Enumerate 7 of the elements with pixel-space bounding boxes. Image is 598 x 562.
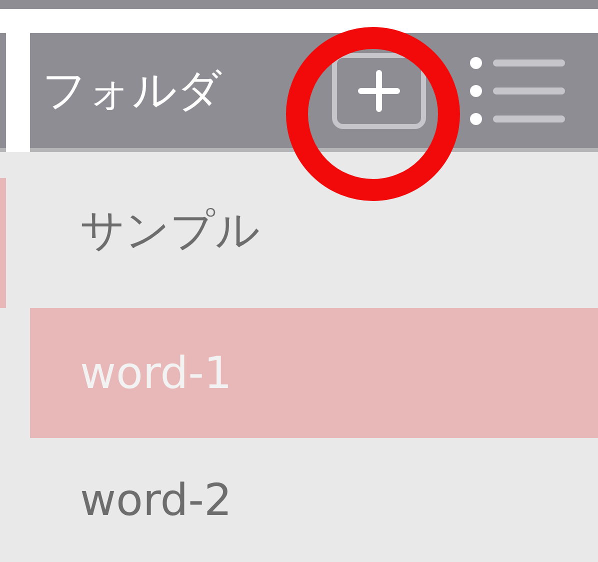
add-button[interactable]	[332, 52, 426, 128]
folder-label: word-2	[80, 474, 232, 526]
plus-icon	[356, 68, 402, 114]
folder-label: word-1	[80, 348, 232, 398]
folder-label: サンプル	[80, 204, 260, 258]
header-title: フォルダ	[42, 64, 223, 118]
list-icon[interactable]	[470, 56, 566, 124]
